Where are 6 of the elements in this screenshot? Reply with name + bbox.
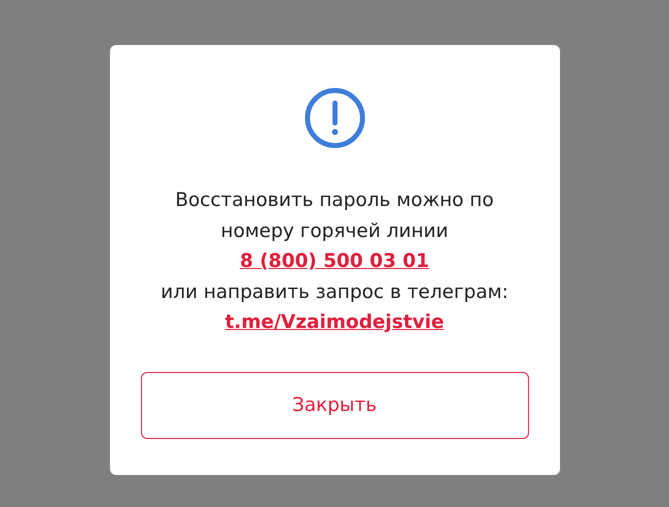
exclamation-icon xyxy=(304,87,366,149)
telegram-prompt: или направить запрос в телеграм: xyxy=(160,280,508,304)
message-text: Восстановить пароль можно по номеру горячей линии xyxy=(174,188,495,244)
phone-link[interactable]: 8 (800) 500 03 01 xyxy=(240,246,430,276)
close-button[interactable]: Закрыть xyxy=(140,372,528,438)
telegram-link[interactable]: t.me/Vzaimodejstvie xyxy=(224,307,444,338)
